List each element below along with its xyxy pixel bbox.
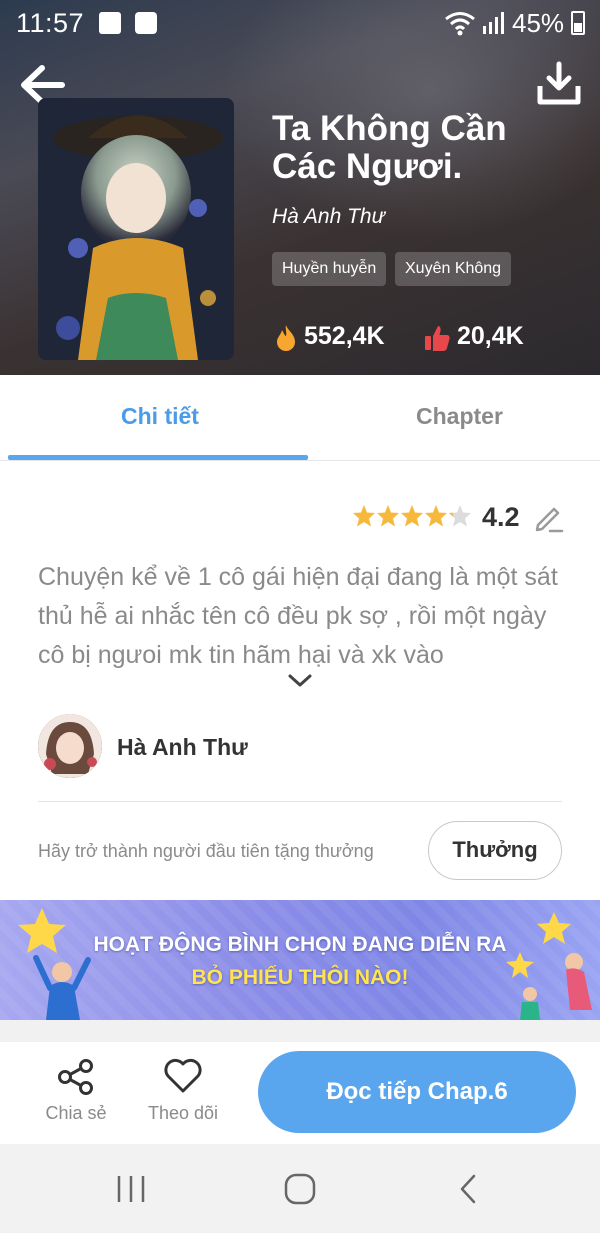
banner-subheadline: BỎ PHIẾU THÔI NÀO! — [191, 966, 409, 989]
star-icon — [353, 505, 375, 527]
cover-illustration — [38, 98, 234, 360]
share-label: Chia sẻ — [45, 1103, 107, 1123]
follow-button[interactable]: Theo dõi — [140, 1042, 226, 1144]
continue-reading-button[interactable]: Đọc tiếp Chap.6 — [258, 1051, 576, 1133]
gallery-notification-icon — [99, 12, 121, 34]
thumbs-up-icon — [425, 326, 450, 351]
genre-tag[interactable]: Huyền huyễn — [272, 252, 387, 286]
star-icon — [377, 505, 399, 527]
active-tab-indicator — [8, 455, 308, 460]
nav-back-icon[interactable] — [452, 1172, 486, 1206]
status-bar: 11:57 45% — [0, 0, 600, 46]
share-icon — [58, 1059, 93, 1095]
star-icon — [401, 505, 423, 527]
rating-stars[interactable] — [352, 503, 474, 529]
genre-tag[interactable]: Xuyên Không — [395, 252, 512, 286]
author-name[interactable]: Hà Anh Thư — [117, 734, 248, 761]
author-avatar[interactable] — [38, 714, 102, 778]
vote-event-banner[interactable] — [0, 900, 600, 1020]
views-count: 552,4K — [304, 322, 385, 350]
status-time: 11:57 — [16, 8, 85, 38]
chevron-down-icon[interactable] — [286, 670, 314, 690]
signal-icon — [483, 12, 504, 34]
tab-bar: Chi tiết Chapter — [0, 375, 600, 461]
book-title: Ta Không Cần Các Ngươi. — [272, 109, 507, 186]
tab-detail[interactable]: Chi tiết — [121, 403, 199, 430]
gift-button[interactable]: Thưởng — [428, 821, 562, 880]
share-button[interactable]: Chia sẻ — [36, 1042, 116, 1144]
divider — [38, 801, 562, 802]
banner-headline: HOẠT ĐỘNG BÌNH CHỌN ĐANG DIỄN RA — [93, 933, 507, 956]
app-notification-icon — [135, 12, 157, 34]
wifi-icon — [445, 12, 475, 36]
book-cover[interactable] — [38, 98, 234, 360]
banner-illustration — [18, 908, 592, 1020]
download-icon — [537, 61, 581, 105]
download-button[interactable] — [534, 60, 584, 110]
system-navigation-bar — [0, 1144, 600, 1233]
synopsis-text: Chuyện kể về 1 cô gái hiện đại đang là m… — [38, 563, 558, 669]
section-gap — [0, 1020, 600, 1042]
battery-icon — [571, 11, 585, 35]
author-profile-row[interactable]: Hà Anh Thư — [38, 714, 562, 780]
gift-prompt: Hãy trở thành người đầu tiên tặng thưởng — [38, 841, 374, 861]
pencil-icon[interactable] — [532, 501, 564, 533]
likes-count: 20,4K — [457, 322, 524, 350]
battery-percentage: 45% — [512, 8, 565, 38]
fire-icon — [277, 325, 295, 351]
recent-apps-icon[interactable] — [114, 1172, 148, 1206]
follow-label: Theo dõi — [147, 1103, 219, 1123]
home-icon[interactable] — [283, 1172, 317, 1206]
book-author[interactable]: Hà Anh Thư — [272, 205, 385, 229]
tab-chapter[interactable]: Chapter — [416, 403, 503, 430]
rating-score: 4.2 — [482, 502, 520, 532]
heart-icon — [164, 1058, 202, 1093]
avatar-illustration — [38, 714, 102, 778]
star-icon — [425, 505, 447, 527]
